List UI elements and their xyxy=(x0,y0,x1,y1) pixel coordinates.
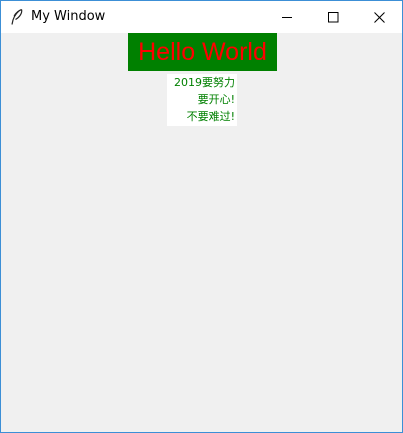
window-title: My Window xyxy=(31,9,106,24)
close-icon xyxy=(373,8,385,27)
message-line: 不要难过! xyxy=(186,110,235,123)
maximize-icon xyxy=(327,8,339,27)
window-client-area: Hello World 2019要努力 要开心! 不要难过! xyxy=(1,33,402,432)
message-label: 2019要努力 要开心! 不要难过! xyxy=(167,74,237,126)
message-line: 2019要努力 xyxy=(174,76,235,89)
minimize-icon xyxy=(281,8,293,27)
message-line: 要开心! xyxy=(197,93,235,106)
hello-world-label: Hello World xyxy=(128,33,277,71)
app-window: My Window Hello World 2019要努力 要开心! 不要难过! xyxy=(0,0,403,433)
maximize-button[interactable] xyxy=(310,1,356,33)
feather-icon[interactable] xyxy=(9,8,25,26)
title-bar[interactable]: My Window xyxy=(1,1,402,33)
minimize-button[interactable] xyxy=(264,1,310,33)
close-button[interactable] xyxy=(356,1,402,33)
